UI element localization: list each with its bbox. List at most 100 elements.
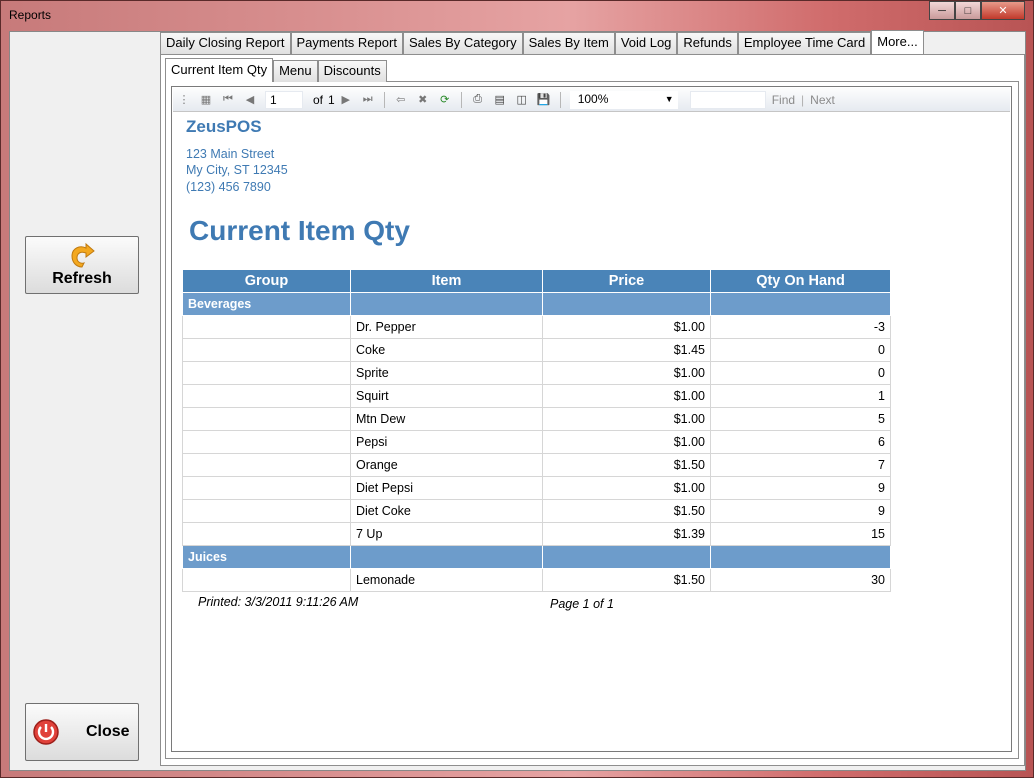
table-row: Coke $1.45 0 bbox=[182, 338, 891, 362]
subtab-discounts[interactable]: Discounts bbox=[317, 60, 387, 82]
page-number-input[interactable]: 1 bbox=[265, 90, 303, 109]
item-name: Diet Coke bbox=[350, 499, 543, 523]
subtab-current-item-qty[interactable]: Current Item Qty bbox=[165, 58, 274, 82]
toolbar-separator bbox=[383, 91, 385, 108]
item-qty: 15 bbox=[710, 522, 891, 546]
refresh-button[interactable]: Refresh bbox=[25, 236, 139, 294]
table-row: Sprite $1.00 0 bbox=[182, 361, 891, 385]
tab-refunds[interactable]: Refunds bbox=[677, 32, 738, 54]
item-price: $1.50 bbox=[542, 568, 711, 592]
print-layout-icon[interactable]: ▤ bbox=[492, 92, 508, 108]
item-name: Coke bbox=[350, 338, 543, 362]
item-qty: 5 bbox=[710, 407, 891, 431]
maximize-button[interactable]: □ bbox=[955, 1, 981, 20]
back-icon[interactable]: ⇦ bbox=[393, 92, 409, 108]
minimize-icon: ─ bbox=[938, 4, 946, 17]
item-qty: 1 bbox=[710, 384, 891, 408]
toolbar-separator bbox=[559, 91, 561, 108]
tab-void-log[interactable]: Void Log bbox=[614, 32, 678, 54]
find-input[interactable] bbox=[689, 90, 766, 109]
item-qty: 6 bbox=[710, 430, 891, 454]
address-line-1: 123 Main Street bbox=[186, 147, 275, 161]
address-line-2: My City, ST 12345 bbox=[186, 163, 288, 177]
table-row: Pepsi $1.00 6 bbox=[182, 430, 891, 454]
tab-payments-report[interactable]: Payments Report bbox=[290, 32, 403, 54]
table-row: Mtn Dew $1.00 5 bbox=[182, 407, 891, 431]
next-link[interactable]: Next bbox=[810, 93, 835, 107]
group-name: Beverages bbox=[182, 292, 351, 316]
window-title: Reports bbox=[9, 8, 52, 22]
item-qty: 30 bbox=[710, 568, 891, 592]
find-separator: | bbox=[801, 92, 805, 107]
close-window-button[interactable]: ✕ bbox=[981, 1, 1025, 20]
table-row: 7 Up $1.39 15 bbox=[182, 522, 891, 546]
item-qty: 7 bbox=[710, 453, 891, 477]
column-header-price: Price bbox=[542, 269, 711, 293]
grip-icon: ⋮ bbox=[178, 94, 190, 106]
refresh-label: Refresh bbox=[52, 270, 112, 287]
maximize-icon: □ bbox=[964, 4, 972, 17]
stop-icon[interactable]: ✖ bbox=[415, 92, 431, 108]
item-price: $1.00 bbox=[542, 315, 711, 339]
last-page-icon[interactable]: ⏭ bbox=[360, 92, 376, 108]
table-row: Diet Pepsi $1.00 9 bbox=[182, 476, 891, 500]
toolbar-separator bbox=[460, 91, 462, 108]
item-price: $1.50 bbox=[542, 499, 711, 523]
document-map-icon[interactable]: ▦ bbox=[198, 92, 214, 108]
printed-timestamp: Printed: 3/3/2011 9:11:26 AM bbox=[198, 595, 359, 609]
title-bar[interactable]: Reports ─ □ ✕ bbox=[1, 1, 1033, 31]
item-name: Diet Pepsi bbox=[350, 476, 543, 500]
print-icon[interactable]: ⎙ bbox=[470, 92, 486, 108]
power-icon bbox=[33, 719, 59, 745]
tab-employee-time-card[interactable]: Employee Time Card bbox=[737, 32, 872, 54]
item-price: $1.00 bbox=[542, 407, 711, 431]
zoom-select[interactable]: 100% ▼ bbox=[569, 90, 678, 109]
next-page-icon[interactable]: ▶ bbox=[338, 92, 354, 108]
close-label: Close bbox=[86, 723, 130, 740]
table-row: Squirt $1.00 1 bbox=[182, 384, 891, 408]
tab-sales-by-category[interactable]: Sales By Category bbox=[402, 32, 523, 54]
column-header-item: Item bbox=[350, 269, 543, 293]
table-row: Lemonade $1.50 30 bbox=[182, 568, 891, 592]
export-save-icon[interactable]: 💾 bbox=[536, 92, 552, 108]
report-viewer: ⋮ ▦ ⏮ ◀ 1 of 1 ▶ ⏭ ⇦ ✖ ⟳ ⎙ ▤ ◫ 💾 100% ▼ … bbox=[171, 86, 1012, 752]
item-name: Pepsi bbox=[350, 430, 543, 454]
zoom-value: 100% bbox=[577, 91, 609, 106]
refresh-report-icon[interactable]: ⟳ bbox=[437, 92, 453, 108]
refresh-icon bbox=[71, 242, 95, 268]
item-price: $1.00 bbox=[542, 430, 711, 454]
chevron-down-icon: ▼ bbox=[664, 93, 674, 104]
main-tabstrip: Daily Closing Report Payments Report Sal… bbox=[160, 30, 924, 54]
group-name: Juices bbox=[182, 545, 351, 569]
tab-daily-closing-report[interactable]: Daily Closing Report bbox=[160, 32, 291, 54]
tab-sales-by-item[interactable]: Sales By Item bbox=[522, 32, 615, 54]
sub-tabstrip: Current Item Qty Menu Discounts bbox=[165, 58, 387, 82]
item-price: $1.50 bbox=[542, 453, 711, 477]
company-name: ZeusPOS bbox=[186, 117, 262, 136]
table-header-row: Group Item Price Qty On Hand bbox=[182, 269, 891, 293]
item-price: $1.45 bbox=[542, 338, 711, 362]
item-qty: 0 bbox=[710, 361, 891, 385]
previous-page-icon[interactable]: ◀ bbox=[242, 92, 258, 108]
report-toolbar: ⋮ ▦ ⏮ ◀ 1 of 1 ▶ ⏭ ⇦ ✖ ⟳ ⎙ ▤ ◫ 💾 100% ▼ … bbox=[173, 88, 1010, 112]
report-title: Current Item Qty bbox=[189, 215, 410, 246]
table-row: Dr. Pepper $1.00 -3 bbox=[182, 315, 891, 339]
item-qty: 9 bbox=[710, 476, 891, 500]
item-price: $1.00 bbox=[542, 384, 711, 408]
tab-more[interactable]: More... bbox=[871, 30, 924, 54]
of-label: of bbox=[313, 92, 324, 107]
item-name: Sprite bbox=[350, 361, 543, 385]
item-name: Squirt bbox=[350, 384, 543, 408]
item-name: Lemonade bbox=[350, 568, 543, 592]
phone: (123) 456 7890 bbox=[186, 180, 271, 194]
first-page-icon[interactable]: ⏮ bbox=[220, 92, 236, 108]
find-link[interactable]: Find bbox=[772, 93, 795, 107]
subtab-menu[interactable]: Menu bbox=[273, 60, 318, 82]
column-header-group: Group bbox=[182, 269, 351, 293]
page-footer: Page 1 of 1 bbox=[550, 597, 614, 611]
close-button[interactable]: Close bbox=[25, 703, 139, 761]
page-setup-icon[interactable]: ◫ bbox=[514, 92, 530, 108]
minimize-button[interactable]: ─ bbox=[929, 1, 955, 20]
report-table: Group Item Price Qty On Hand Beverages D… bbox=[182, 269, 891, 592]
item-qty: 9 bbox=[710, 499, 891, 523]
